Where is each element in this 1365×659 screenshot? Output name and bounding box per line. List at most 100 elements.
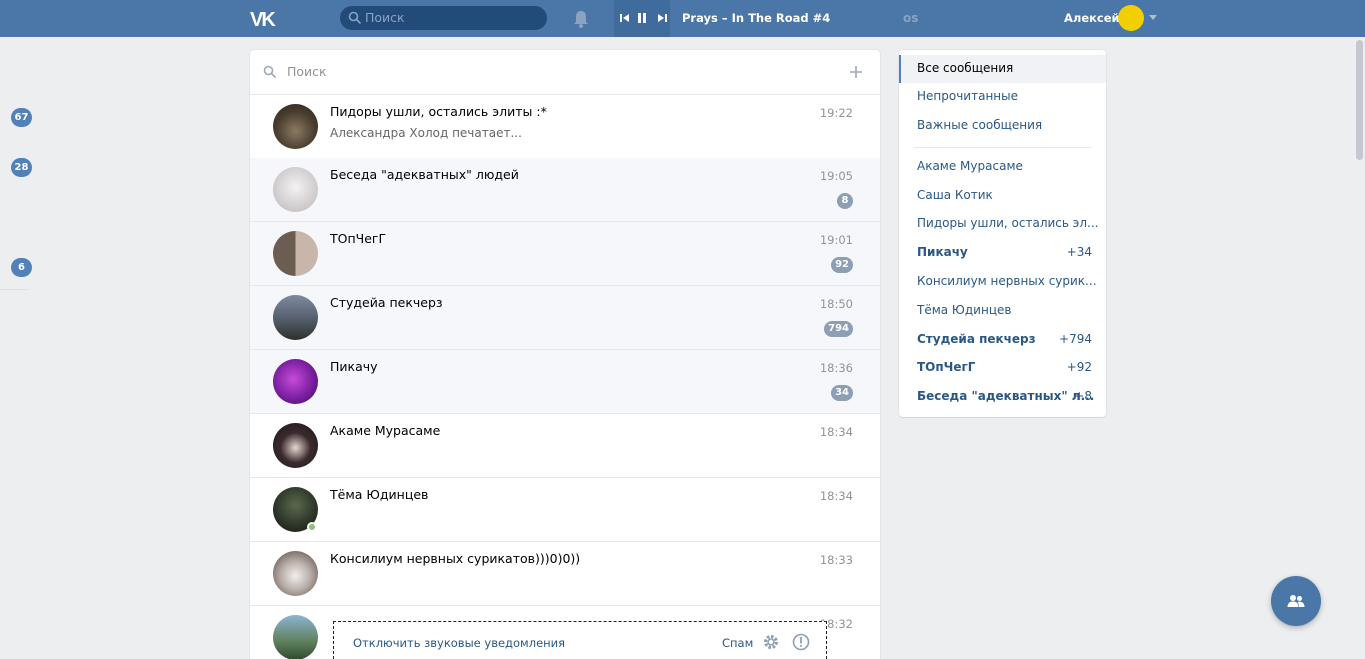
- mute-notifications-link[interactable]: Отключить звуковые уведомления: [353, 636, 565, 650]
- menu-chat-item[interactable]: Беседа "адекватных" л... +8: [899, 383, 1106, 411]
- dialog-row[interactable]: Пикачу 18:36 34: [250, 350, 880, 414]
- menu-item-label: Важные сообщения: [917, 118, 1043, 132]
- dialogs-search-placeholder: Поиск: [287, 64, 327, 79]
- dialog-time: 18:33: [819, 553, 853, 567]
- dialog-row[interactable]: Беседа "адекватных" людей 19:05 8: [250, 158, 880, 222]
- menu-item-label: Все сообщения: [917, 61, 1014, 75]
- header-search-placeholder: Поиск: [365, 10, 405, 25]
- avatar: [273, 551, 318, 596]
- menu-chat-label: Акаме Мурасаме: [917, 159, 1023, 173]
- menu-chat-label: Саша Котик: [917, 188, 993, 202]
- messages-filter-menu: Все сообщения Непрочитанные Важные сообщ…: [899, 50, 1106, 417]
- menu-chat-count: +8: [1074, 389, 1092, 403]
- left-counter-badge[interactable]: 6: [11, 258, 32, 277]
- user-name[interactable]: Алексей: [1064, 11, 1120, 25]
- dialog-title: Акаме Мурасаме: [330, 423, 441, 438]
- dialog-time: 18:34: [819, 489, 853, 503]
- dialog-row[interactable]: Тёма Юдинцев 18:34: [250, 478, 880, 542]
- dialog-title: Тёма Юдинцев: [330, 487, 429, 502]
- gear-icon[interactable]: [762, 633, 780, 651]
- left-counter-badge[interactable]: 28: [11, 158, 32, 177]
- unread-count-badge: 34: [831, 385, 853, 401]
- dialog-row[interactable]: Акаме Мурасаме 18:34: [250, 414, 880, 478]
- unread-count-badge: 8: [837, 193, 853, 209]
- menu-divider: [914, 147, 1092, 148]
- dialog-time: 19:01: [819, 233, 853, 247]
- dialog-title: Пикачу: [330, 359, 378, 374]
- header-search-input[interactable]: Поиск: [340, 6, 547, 30]
- dropdown-arrow-icon[interactable]: [1149, 15, 1157, 20]
- menu-chat-item[interactable]: Акаме Мурасаме: [899, 153, 1106, 181]
- unread-count-badge: 92: [831, 257, 853, 273]
- prev-track-icon[interactable]: [618, 11, 632, 25]
- group-people-icon: [1287, 595, 1305, 607]
- avatar: [273, 423, 318, 468]
- dialogs-list: Поиск Пидоры ушли, остались элиты :* Але…: [250, 50, 880, 659]
- info-icon[interactable]: [792, 633, 810, 651]
- online-indicator: [307, 522, 317, 532]
- menu-chat-count: +92: [1066, 360, 1092, 374]
- unread-count-badge: 794: [824, 321, 853, 337]
- current-track-title[interactable]: Prays – In The Road #4: [682, 11, 830, 25]
- dialog-row[interactable]: ТОпЧегГ 19:01 92: [250, 222, 880, 286]
- dialog-time: 19:05: [819, 169, 853, 183]
- menu-chat-item[interactable]: ТОпЧегГ +92: [899, 354, 1106, 382]
- top-bar: VK Поиск Prays – In The Road #4 os Алекс…: [0, 0, 1365, 37]
- user-avatar[interactable]: [1118, 5, 1144, 31]
- avatar: [273, 231, 318, 276]
- menu-chat-label: Консилиум нервных сурик...: [917, 274, 1097, 288]
- dialog-title: Пидоры ушли, остались элиты :*: [330, 104, 547, 119]
- menu-chat-item[interactable]: Студейа пекчерз +794: [899, 326, 1106, 354]
- audio-player-controls: [614, 0, 670, 37]
- menu-chat-label: Пидоры ушли, остались эл...: [917, 216, 1099, 230]
- avatar: [273, 295, 318, 340]
- menu-chat-label: Пикачу: [917, 245, 968, 259]
- os-label: os: [903, 11, 919, 25]
- menu-chat-label: ТОпЧегГ: [917, 360, 976, 374]
- menu-chat-label: Беседа "адекватных" л...: [917, 389, 1095, 403]
- page-scrollbar[interactable]: [1356, 40, 1363, 160]
- menu-chat-item[interactable]: Консилиум нервных сурик...: [899, 268, 1106, 296]
- menu-chat-label: Студейа пекчерз: [917, 332, 1036, 346]
- plus-icon[interactable]: [848, 64, 864, 80]
- notification-settings-bar: Отключить звуковые уведомления Спам: [333, 621, 827, 659]
- avatar: [273, 615, 318, 659]
- vk-logo-icon[interactable]: VK: [250, 9, 282, 31]
- left-counter-badge[interactable]: 67: [11, 108, 32, 127]
- dialog-time: 19:22: [819, 106, 853, 120]
- bell-icon[interactable]: [572, 9, 590, 29]
- menu-chat-item[interactable]: Тёма Юдинцев: [899, 297, 1106, 325]
- search-icon: [263, 65, 277, 79]
- dialogs-search-input[interactable]: Поиск: [250, 50, 880, 95]
- dialog-title: Беседа "адекватных" людей: [330, 167, 519, 182]
- dialog-time: 18:36: [819, 361, 853, 375]
- next-track-icon[interactable]: [655, 11, 669, 25]
- dialog-typing-status: Александра Холод печатает...: [330, 126, 522, 140]
- new-chat-button[interactable]: [1271, 576, 1321, 626]
- search-icon: [348, 11, 362, 25]
- dialog-row[interactable]: Пидоры ушли, остались элиты :* Александр…: [250, 95, 880, 159]
- menu-chat-count: +34: [1066, 245, 1092, 259]
- menu-item-unread[interactable]: Непрочитанные: [899, 83, 1106, 111]
- dialog-time: 18:34: [819, 425, 853, 439]
- avatar: [273, 359, 318, 404]
- menu-item-all-messages[interactable]: Все сообщения: [899, 55, 1106, 83]
- dialog-row[interactable]: Студейа пекчерз 18:50 794: [250, 286, 880, 350]
- dialog-title: Консилиум нервных сурикатов)))0)0)): [330, 551, 581, 566]
- menu-chat-label: Тёма Юдинцев: [917, 303, 1012, 317]
- dialog-row[interactable]: Консилиум нервных сурикатов)))0)0)) 18:3…: [250, 542, 880, 606]
- dialog-time: 18:50: [819, 297, 853, 311]
- avatar: [273, 167, 318, 212]
- menu-chat-item[interactable]: Пидоры ушли, остались эл...: [899, 210, 1106, 238]
- spam-link[interactable]: Спам: [722, 636, 753, 650]
- left-divider: [0, 289, 28, 290]
- menu-chat-item[interactable]: Пикачу +34: [899, 239, 1106, 267]
- menu-item-important[interactable]: Важные сообщения: [899, 112, 1106, 140]
- dialog-title: Студейа пекчерз: [330, 295, 443, 310]
- menu-item-label: Непрочитанные: [917, 89, 1018, 103]
- menu-chat-count: +794: [1059, 332, 1092, 346]
- avatar: [273, 104, 318, 149]
- pause-icon[interactable]: [635, 11, 649, 25]
- dialog-title: ТОпЧегГ: [330, 231, 387, 246]
- menu-chat-item[interactable]: Саша Котик: [899, 182, 1106, 210]
